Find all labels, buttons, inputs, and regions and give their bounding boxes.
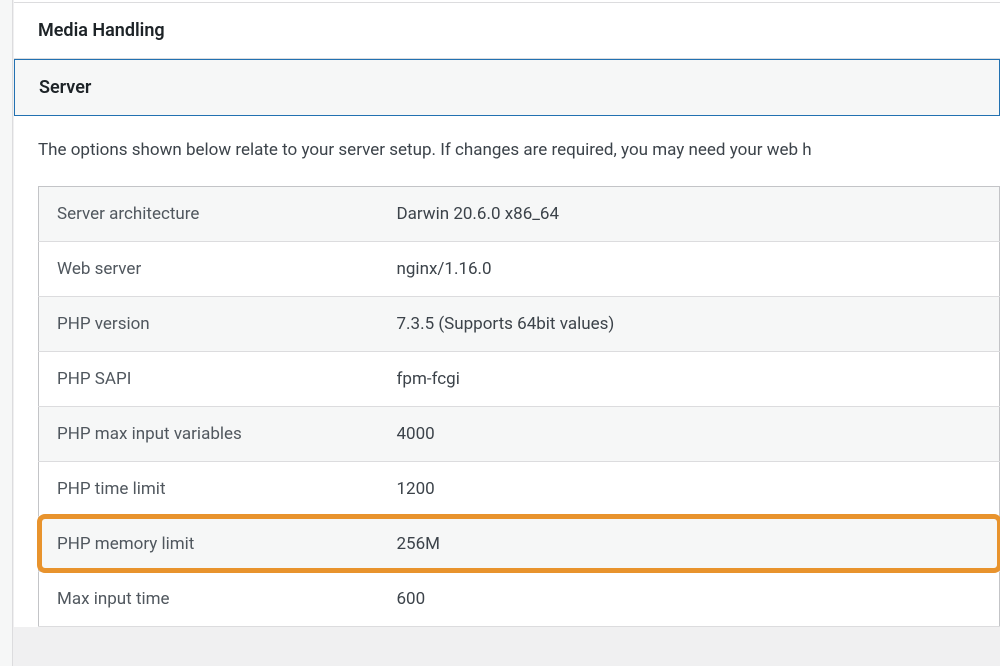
row-value: 4000 [379,406,1000,461]
row-label: PHP version [39,296,379,351]
row-value: fpm-fcgi [379,351,1000,406]
accordion-media-handling[interactable]: Media Handling [14,2,1000,59]
accordion-server[interactable]: Server [14,59,1000,116]
table-row: PHP time limit1200 [39,461,1000,516]
row-value: 600 [379,571,1000,626]
table-row: PHP version7.3.5 (Supports 64bit values) [39,296,1000,351]
table-row: PHP memory limit256M [39,516,1000,571]
main-container: Media Handling Server The options shown … [14,0,1000,627]
table-row: Server architectureDarwin 20.6.0 x86_64 [39,186,1000,241]
row-label: Web server [39,241,379,296]
table-row: PHP max input variables4000 [39,406,1000,461]
row-value: 7.3.5 (Supports 64bit values) [379,296,1000,351]
row-label: PHP memory limit [39,516,379,571]
row-value: nginx/1.16.0 [379,241,1000,296]
server-description: The options shown below relate to your s… [38,138,1000,164]
row-label: Max input time [39,571,379,626]
server-info-table: Server architectureDarwin 20.6.0 x86_64W… [38,186,1000,627]
row-value: 256M [379,516,1000,571]
table-row: Web servernginx/1.16.0 [39,241,1000,296]
row-label: PHP SAPI [39,351,379,406]
table-row: PHP SAPIfpm-fcgi [39,351,1000,406]
row-label: Server architecture [39,186,379,241]
server-panel: The options shown below relate to your s… [14,116,1000,627]
row-label: PHP time limit [39,461,379,516]
table-row: Max input time600 [39,571,1000,626]
row-value: 1200 [379,461,1000,516]
server-info-tbody: Server architectureDarwin 20.6.0 x86_64W… [39,186,1000,626]
left-edge-strip [0,0,13,666]
row-value: Darwin 20.6.0 x86_64 [379,186,1000,241]
row-label: PHP max input variables [39,406,379,461]
